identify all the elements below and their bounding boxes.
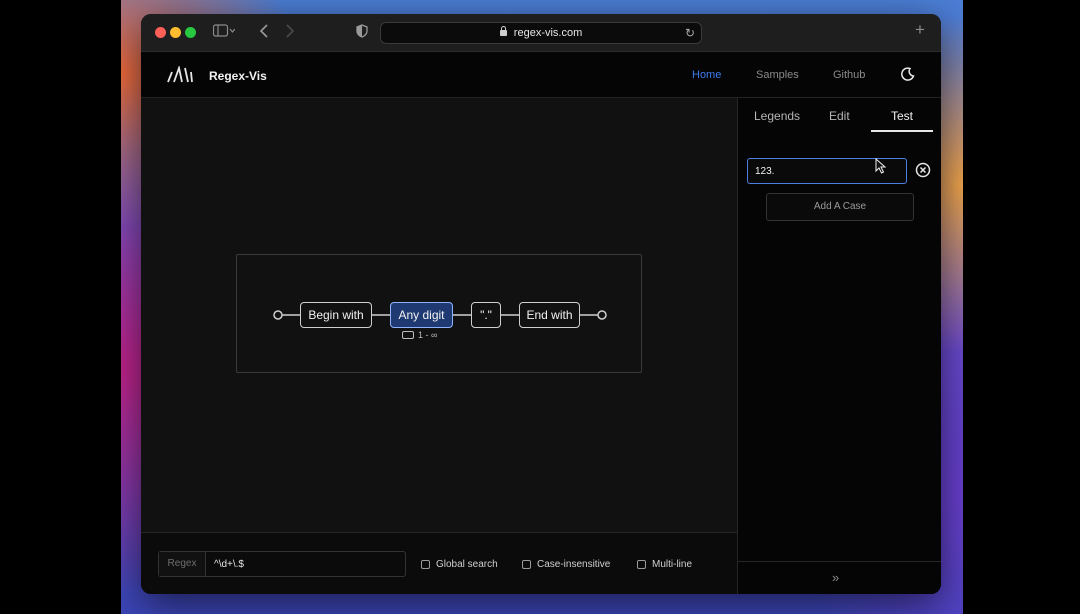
sidebar-toggle-icon[interactable]	[212, 24, 236, 42]
privacy-shield-icon[interactable]	[356, 24, 368, 42]
address-bar[interactable]: regex-vis.com ↻	[380, 22, 702, 44]
nav-home-link[interactable]: Home	[692, 69, 721, 81]
remove-case-icon[interactable]	[915, 162, 931, 178]
minimize-window-button[interactable]	[170, 27, 181, 38]
global-search-option[interactable]: Global search	[421, 559, 498, 570]
quantifier-text: 1 - ∞	[418, 330, 438, 340]
dark-mode-toggle-icon[interactable]	[901, 67, 915, 81]
regex-graph: Begin with Any digit "." End with 1 - ∞	[236, 254, 642, 373]
graph-node-dot[interactable]: "."	[471, 302, 501, 328]
case-insensitive-label: Case-insensitive	[537, 559, 611, 570]
global-search-label: Global search	[436, 559, 498, 570]
graph-node-any-digit[interactable]: Any digit	[390, 302, 453, 328]
reload-icon[interactable]: ↻	[685, 23, 695, 43]
case-insensitive-checkbox[interactable]	[522, 560, 531, 569]
repeat-icon	[402, 331, 414, 339]
quantifier-label: 1 - ∞	[402, 330, 437, 340]
multi-line-label: Multi-line	[652, 559, 693, 570]
regex-vis-logo-icon[interactable]	[167, 66, 193, 84]
tab-test[interactable]: Test	[891, 109, 913, 123]
browser-window: regex-vis.com ↻ + Regex-Vis Home Samples…	[141, 14, 941, 594]
close-window-button[interactable]	[155, 27, 166, 38]
case-insensitive-option[interactable]: Case-insensitive	[522, 559, 610, 570]
app-title: Regex-Vis	[209, 69, 267, 83]
collapse-panel-icon[interactable]: »	[832, 570, 839, 585]
lock-icon	[499, 26, 507, 36]
tab-legends[interactable]: Legends	[754, 109, 800, 123]
back-icon[interactable]	[259, 24, 269, 42]
graph-node-begin[interactable]: Begin with	[300, 302, 372, 328]
forward-icon[interactable]	[285, 24, 295, 42]
nav-github-link[interactable]: Github	[833, 69, 865, 81]
browser-toolbar: regex-vis.com ↻ +	[141, 14, 941, 52]
tab-edit[interactable]: Edit	[829, 109, 850, 123]
add-case-button[interactable]: Add A Case	[766, 193, 914, 221]
zoom-window-button[interactable]	[185, 27, 196, 38]
global-search-checkbox[interactable]	[421, 560, 430, 569]
nav-samples-link[interactable]: Samples	[756, 69, 799, 81]
graph-node-end[interactable]: End with	[519, 302, 580, 328]
regex-label: Regex	[159, 552, 206, 576]
panel-footer: »	[738, 561, 941, 594]
multi-line-option[interactable]: Multi-line	[637, 559, 692, 570]
regex-bar: Regex Global search Case-insensitive Mul…	[141, 532, 737, 594]
url-text: regex-vis.com	[513, 27, 583, 39]
new-tab-icon[interactable]: +	[915, 21, 925, 39]
graph-canvas[interactable]: Begin with Any digit "." End with 1 - ∞	[141, 98, 737, 532]
active-tab-indicator	[871, 130, 933, 132]
multi-line-checkbox[interactable]	[637, 560, 646, 569]
app-navbar: Regex-Vis Home Samples Github	[141, 52, 941, 98]
regex-input-group: Regex	[158, 551, 406, 577]
regex-input[interactable]	[206, 552, 405, 576]
mouse-cursor-icon	[875, 158, 887, 174]
side-panel: Legends Edit Test Add A Case »	[737, 98, 941, 594]
